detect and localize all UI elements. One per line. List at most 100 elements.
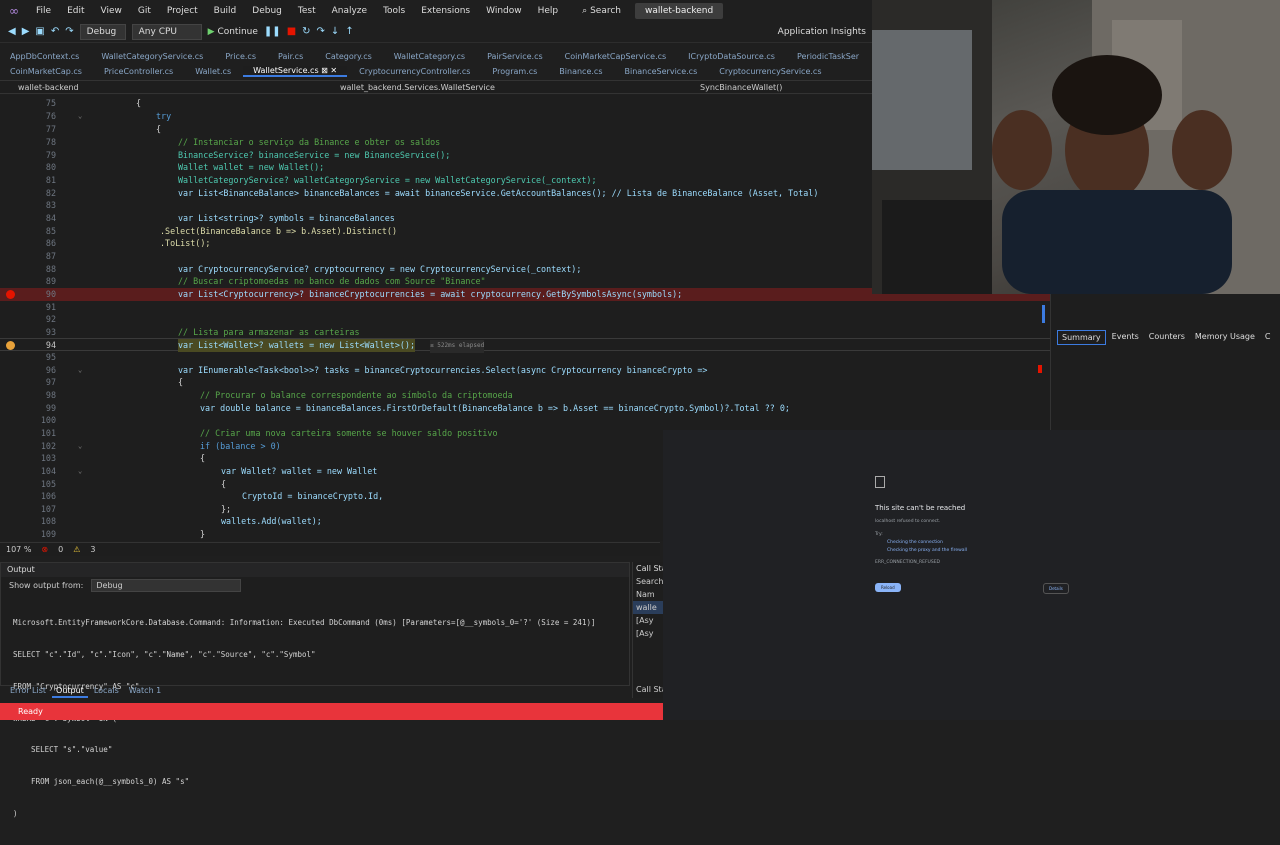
method-dropdown[interactable]: SyncBinanceWallet() xyxy=(688,83,782,92)
step-into-icon[interactable]: ↓ xyxy=(331,26,339,37)
tab-cpu[interactable]: C xyxy=(1261,330,1275,345)
code-text: if (balance > 0) xyxy=(200,441,281,451)
call-stack-footer-tab[interactable]: Call Stac xyxy=(633,683,666,696)
forward-icon[interactable]: ▶ xyxy=(22,26,30,37)
fold-icon[interactable]: ⌄ xyxy=(78,110,82,123)
menu-edit[interactable]: Edit xyxy=(59,6,92,16)
tab-locals[interactable]: Locals xyxy=(90,686,123,698)
breakpoint-icon[interactable] xyxy=(6,290,15,299)
tab-binance[interactable]: Binance.cs xyxy=(549,67,612,76)
save-icon[interactable]: ▣ xyxy=(35,26,44,37)
tab-program[interactable]: Program.cs xyxy=(482,67,547,76)
project-dropdown[interactable]: wallet-backend xyxy=(0,83,340,92)
menu-test[interactable]: Test xyxy=(290,6,324,16)
tab-pairservice[interactable]: PairService.cs xyxy=(477,52,553,61)
line-number: 93 xyxy=(45,327,56,337)
menu-project[interactable]: Project xyxy=(159,6,206,16)
menu-build[interactable]: Build xyxy=(206,6,245,16)
details-button[interactable]: Details xyxy=(1043,583,1069,594)
tab-walletcategory[interactable]: WalletCategory.cs xyxy=(384,52,475,61)
tab-error-list[interactable]: Error List xyxy=(6,686,50,698)
continue-button[interactable]: ▶ Continue xyxy=(208,27,258,37)
code-text: } xyxy=(200,529,206,539)
platform-dropdown[interactable]: Any CPU xyxy=(131,23,202,40)
tab-category[interactable]: Category.cs xyxy=(315,52,382,61)
tab-output[interactable]: Output xyxy=(52,686,88,698)
tab-events[interactable]: Events xyxy=(1108,330,1143,345)
tab-periodictaskservice[interactable]: PeriodicTaskSer xyxy=(787,52,869,61)
tab-walletservice[interactable]: WalletService.cs ⊠ ✕ xyxy=(243,66,348,77)
tab-summary[interactable]: Summary xyxy=(1057,330,1106,345)
menu-extensions[interactable]: Extensions xyxy=(413,6,478,16)
tab-price[interactable]: Price.cs xyxy=(215,52,266,61)
call-stack-row[interactable]: [Asy xyxy=(633,614,666,627)
menu-analyze[interactable]: Analyze xyxy=(324,6,375,16)
step-over-icon[interactable]: ↷ xyxy=(317,26,325,37)
menu-debug[interactable]: Debug xyxy=(244,6,290,16)
current-statement-icon[interactable] xyxy=(6,341,15,350)
tab-watch-1[interactable]: Watch 1 xyxy=(125,686,166,698)
line-number: 82 xyxy=(45,188,56,198)
tab-counters[interactable]: Counters xyxy=(1145,330,1189,345)
class-dropdown[interactable]: wallet_backend.Services.WalletService xyxy=(340,83,688,92)
code-text: var List<Wallet>? wallets = new List<Wal… xyxy=(178,339,415,352)
fold-icon[interactable]: ⌄ xyxy=(78,465,82,478)
tab-pricecontroller[interactable]: PriceController.cs xyxy=(94,67,183,76)
tab-coinmarketcap[interactable]: CoinMarketCap.cs xyxy=(0,67,92,76)
tab-appdbcontext[interactable]: AppDbContext.cs xyxy=(0,52,89,61)
undo-icon[interactable]: ↶ xyxy=(51,26,59,37)
redo-icon[interactable]: ↷ xyxy=(65,26,73,37)
menu-view[interactable]: View xyxy=(93,6,130,16)
tab-icryptodatasource[interactable]: ICryptoDataSource.cs xyxy=(678,52,785,61)
call-stack-search[interactable]: Search xyxy=(633,575,666,588)
check-proxy-link[interactable]: Checking the proxy and the firewall xyxy=(887,548,967,553)
application-insights-button[interactable]: Application Insights xyxy=(778,27,866,37)
fold-icon[interactable]: ⌄ xyxy=(78,364,82,377)
zoom-level[interactable]: 107 % xyxy=(6,545,31,554)
line-number: 76 xyxy=(45,111,56,121)
line-number: 78 xyxy=(45,137,56,147)
search-button[interactable]: ⌕ Search xyxy=(574,6,629,16)
configuration-dropdown[interactable]: Debug xyxy=(79,23,126,40)
code-line: 98 // Procurar o balance correspondente a… xyxy=(0,389,1050,402)
code-text: CryptoId = binanceCrypto.Id, xyxy=(242,491,384,501)
tab-binanceservice[interactable]: BinanceService.cs xyxy=(614,67,707,76)
code-line: 96 ⌄ var IEnumerable<Task<bool>>? tasks = … xyxy=(0,364,1050,377)
menu-help[interactable]: Help xyxy=(530,6,567,16)
tab-cryptocurrencycontroller[interactable]: CryptocurrencyController.cs xyxy=(349,67,480,76)
menu-file[interactable]: File xyxy=(28,6,59,16)
code-text: var CryptocurrencyService? cryptocurrenc… xyxy=(178,264,582,274)
webcam-overlay xyxy=(872,0,1280,294)
back-icon[interactable]: ◀ xyxy=(8,26,16,37)
stop-icon[interactable]: ■ xyxy=(287,26,296,37)
code-line: 93 // Lista para armazenar as carteiras xyxy=(0,326,1050,339)
menu-tools[interactable]: Tools xyxy=(375,6,413,16)
reload-button[interactable]: Reload xyxy=(875,583,901,592)
call-stack-row[interactable]: walle xyxy=(633,601,666,614)
warning-count: 3 xyxy=(90,545,96,554)
menu-git[interactable]: Git xyxy=(130,6,159,16)
pause-icon[interactable]: ❚❚ xyxy=(264,26,281,37)
tab-coinmarketcapservice[interactable]: CoinMarketCapService.cs xyxy=(555,52,677,61)
tab-wallet[interactable]: Wallet.cs xyxy=(185,67,241,76)
line-number: 109 xyxy=(40,529,56,539)
tab-cryptocurrencyservice[interactable]: CryptocurrencyService.cs xyxy=(709,67,831,76)
menu-window[interactable]: Window xyxy=(478,6,530,16)
line-number: 81 xyxy=(45,175,56,185)
restart-icon[interactable]: ↻ xyxy=(302,26,310,37)
call-stack-row[interactable]: [Asy xyxy=(633,627,666,640)
tab-memory-usage[interactable]: Memory Usage xyxy=(1191,330,1259,345)
scrollbar-thumb[interactable] xyxy=(1042,305,1045,323)
fold-icon[interactable]: ⌄ xyxy=(78,440,82,453)
call-stack-column-name: Nam xyxy=(636,590,655,599)
step-out-icon[interactable]: ↑ xyxy=(345,26,353,37)
tab-pair[interactable]: Pair.cs xyxy=(268,52,313,61)
output-source-dropdown[interactable]: Debug xyxy=(91,578,242,592)
error-icon[interactable]: ⊗ xyxy=(41,545,48,554)
tab-walletservice-label: WalletService.cs xyxy=(253,66,319,75)
webcam-image xyxy=(872,0,1280,294)
check-connection-link[interactable]: Checking the connection xyxy=(887,540,943,545)
line-number: 75 xyxy=(45,98,56,108)
warning-icon[interactable]: ⚠ xyxy=(73,545,80,554)
tab-walletcategoryservice[interactable]: WalletCategoryService.cs xyxy=(91,52,213,61)
